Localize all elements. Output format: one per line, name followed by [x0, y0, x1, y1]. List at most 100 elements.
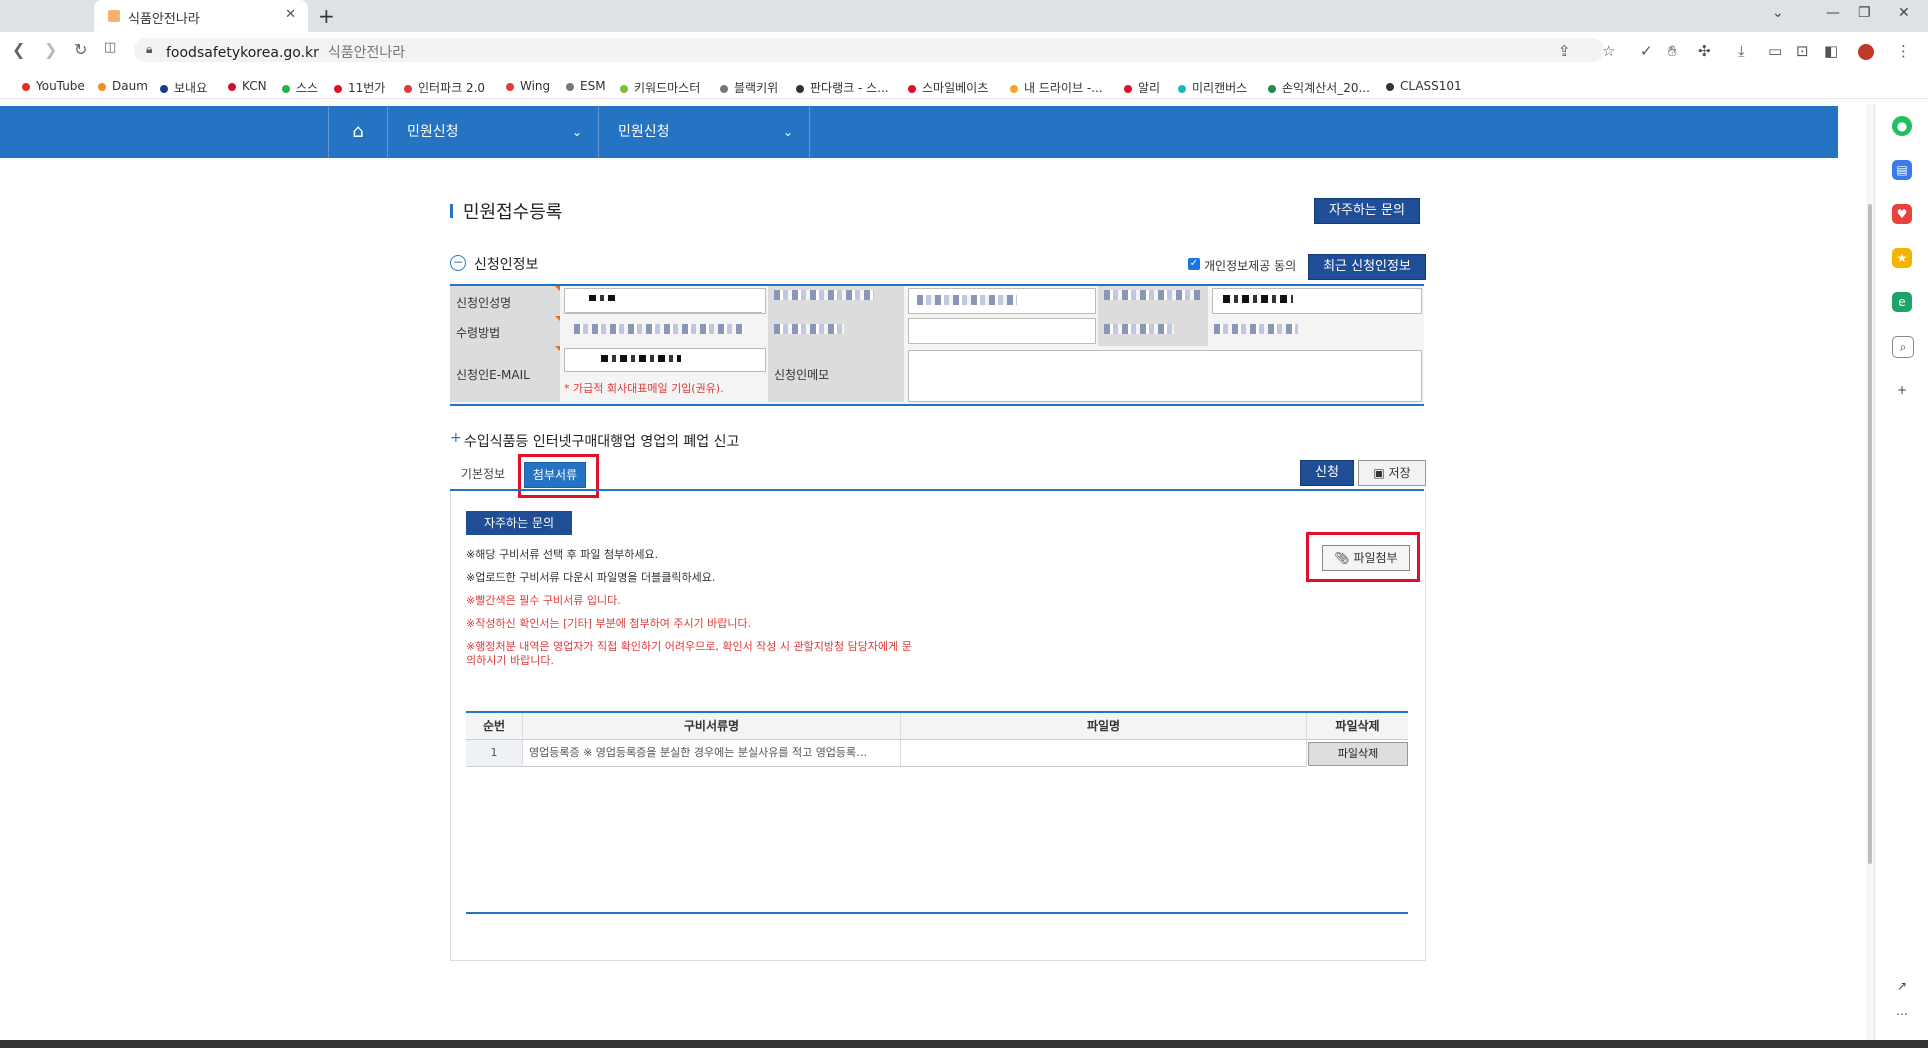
redacted-field	[774, 290, 874, 300]
email-field[interactable]	[564, 348, 766, 372]
browser-menu-icon[interactable]: ⋮	[1896, 42, 1911, 60]
cast-icon[interactable]: ▭	[1768, 42, 1782, 60]
side-search-icon[interactable]: ⌕	[1892, 336, 1914, 358]
bookmark-item[interactable]: Wing	[506, 79, 550, 93]
nav-menu-1[interactable]: 민원신청 ⌄	[387, 106, 599, 158]
applicant-name-field[interactable]	[564, 288, 766, 314]
share-icon[interactable]: ⇪	[1558, 42, 1571, 60]
url-domain: foodsafetykorea.go.kr	[166, 45, 319, 61]
table-row-doc-name[interactable]: 영업등록증 ※ 영업등록증을 분실한 경우에는 분실사유를 적고 영업등록…	[523, 740, 901, 767]
side-app-star-icon[interactable]: ★	[1892, 248, 1912, 268]
side-more-icon[interactable]: ⋯	[1892, 1004, 1912, 1024]
bookmark-label: 11번가	[348, 81, 386, 95]
bookmark-item[interactable]: 판다랭크 - 스...	[796, 79, 889, 96]
bookmarks-bar: YouTube Daum 보내요 KCN 스스 11번가 인터파크 2.0 Wi…	[0, 74, 1928, 99]
side-add-icon[interactable]: +	[1892, 380, 1912, 400]
bookmark-label: 키워드마스터	[634, 81, 701, 95]
bookmark-label: YouTube	[36, 79, 85, 93]
side-app-edge-icon[interactable]: e	[1892, 292, 1912, 312]
bookmark-favicon-icon	[160, 84, 168, 93]
download-icon[interactable]: ⤓	[1738, 42, 1745, 60]
privacy-consent-checkbox[interactable]: ✓	[1188, 258, 1200, 270]
bookmark-favicon-icon	[1010, 84, 1018, 93]
scrollbar-thumb[interactable]	[1868, 204, 1872, 864]
collapse-icon[interactable]: −	[450, 255, 466, 271]
submit-button[interactable]: 신청	[1300, 460, 1354, 486]
bookmark-item[interactable]: KCN	[228, 79, 267, 93]
close-window-icon[interactable]: ✕	[1898, 5, 1910, 21]
minimize-icon[interactable]: —	[1826, 5, 1840, 21]
bookmark-label: CLASS101	[1400, 79, 1462, 93]
side-open-external-icon[interactable]: ↗	[1892, 976, 1912, 996]
forward-icon[interactable]: ❯	[44, 40, 57, 59]
table-row-file-name[interactable]	[901, 740, 1307, 767]
site-favicon-icon	[108, 10, 120, 22]
sidebar-toggle-icon[interactable]: ◧	[1824, 42, 1838, 60]
bookmark-item[interactable]: CLASS101	[1386, 79, 1462, 93]
redacted-value	[1223, 295, 1293, 303]
table-bottom-line	[466, 912, 1408, 914]
bookmark-item[interactable]: 손익계산서_20...	[1268, 79, 1370, 96]
bookmark-favicon-icon	[620, 84, 628, 93]
reader-icon[interactable]: ◫	[104, 40, 116, 55]
bookmark-item[interactable]: 내 드라이브 -...	[1010, 79, 1103, 96]
side-app-green-icon[interactable]: ●	[1892, 116, 1912, 136]
page-scrollbar[interactable]	[1866, 104, 1874, 1044]
recent-applicant-info-button[interactable]: 최근 신청인정보	[1308, 254, 1426, 280]
col-header-doc-name: 구비서류명	[523, 713, 901, 740]
faq-button[interactable]: 자주하는 문의	[1314, 198, 1420, 224]
receive-method-options[interactable]	[574, 324, 744, 334]
bookmark-favicon-icon	[908, 84, 916, 93]
bookmark-item[interactable]: Daum	[98, 79, 148, 93]
bookmark-item[interactable]: 보내요	[160, 79, 207, 96]
browser-tab-bar: 식품안전나라 ✕ + ⌄ — ❐ ✕	[0, 0, 1928, 32]
bookmark-star-icon[interactable]: ☆	[1602, 42, 1615, 60]
field-label-cell	[1098, 286, 1208, 316]
required-marker	[555, 346, 560, 351]
bookmark-favicon-icon	[228, 82, 236, 91]
field-label-cell	[1098, 316, 1208, 346]
tab-search-icon[interactable]: ⌄	[1772, 5, 1784, 21]
puzzle-extension-icon[interactable]: ✣	[1698, 42, 1711, 60]
reload-icon[interactable]: ↻	[74, 40, 87, 59]
attachments-faq-button[interactable]: 자주하는 문의	[466, 511, 572, 535]
close-tab-icon[interactable]: ✕	[285, 7, 296, 22]
tab-basic-info[interactable]: 기본정보	[452, 460, 514, 488]
bookmark-item[interactable]: 알리	[1124, 79, 1160, 96]
bookmark-label: 내 드라이브 -...	[1024, 81, 1103, 95]
back-icon[interactable]: ❮	[12, 40, 25, 59]
profile-avatar[interactable]	[1858, 44, 1874, 60]
bookmark-item[interactable]: 키워드마스터	[620, 79, 700, 96]
applicant-memo-textarea[interactable]	[908, 350, 1422, 402]
bookmark-item[interactable]: 스스	[282, 79, 318, 96]
nav-menu-2[interactable]: 민원신청 ⌄	[598, 106, 810, 158]
applicant-field-2[interactable]	[908, 288, 1096, 314]
check-extension-icon[interactable]: ✓	[1640, 42, 1653, 60]
applicant-field-4[interactable]	[1212, 288, 1422, 314]
bookmark-favicon-icon	[404, 84, 412, 93]
bookmark-item[interactable]: 블랙키위	[720, 79, 778, 96]
bookmark-item[interactable]: YouTube	[22, 79, 85, 93]
screenshot-icon[interactable]: ⊡	[1796, 42, 1809, 60]
lock-icon[interactable]: 🔒︎	[146, 42, 152, 57]
privacy-consent-label: 개인정보제공 동의	[1204, 259, 1297, 273]
bookmark-item[interactable]: 11번가	[334, 79, 385, 96]
bookmark-item[interactable]: 스마일베이츠	[908, 79, 988, 96]
save-button[interactable]: ▣ 저장	[1358, 460, 1426, 486]
note-select-then-attach: ※해당 구비서류 선택 후 파일 첨부하세요.	[466, 548, 659, 561]
bookmark-item[interactable]: ESM	[566, 79, 606, 93]
side-app-blue-icon[interactable]: ▤	[1892, 160, 1912, 180]
file-delete-button[interactable]: 파일삭제	[1308, 742, 1408, 766]
bookmark-label: ESM	[580, 79, 606, 93]
bookmark-label: 스마일베이츠	[922, 81, 989, 95]
home-button[interactable]: ⌂	[328, 106, 388, 158]
address-bar[interactable]: 🔒︎ foodsafetykorea.go.kr 식품안전나라	[134, 38, 1604, 62]
new-tab-button[interactable]: +	[318, 4, 335, 28]
bookmark-item[interactable]: 미리캔버스	[1178, 79, 1247, 96]
restore-icon[interactable]: ❐	[1858, 5, 1871, 21]
side-app-red-icon[interactable]: ♥	[1892, 204, 1912, 224]
extension-hand-icon[interactable]: ✋︎	[1668, 42, 1677, 60]
bookmark-item[interactable]: 인터파크 2.0	[404, 79, 485, 96]
applicant-field-3[interactable]	[908, 318, 1096, 344]
browser-tab[interactable]: 식품안전나라 ✕	[94, 0, 308, 32]
